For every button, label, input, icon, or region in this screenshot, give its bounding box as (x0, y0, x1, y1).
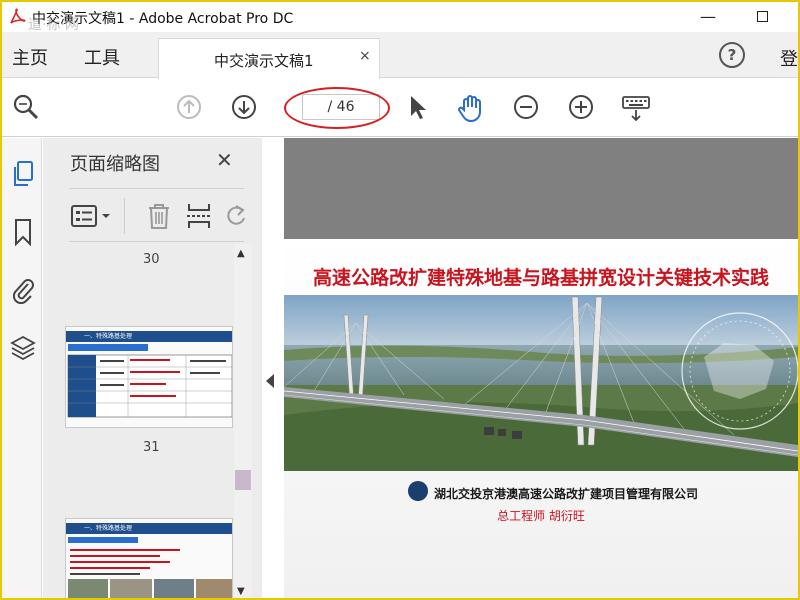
maximize-button[interactable] (750, 6, 774, 28)
slide-organization: 湖北交投京港澳高速公路改扩建项目管理有限公司 (434, 487, 699, 501)
menu-bar: 主页 工具 中交演示文稿1 × ? 登 (2, 32, 798, 79)
menu-home[interactable]: 主页 (12, 44, 48, 70)
left-navigation-rail (2, 138, 42, 598)
thumbnails-list[interactable]: 30 一、特殊路基处理 31 一、特殊路基处理 ▲ ▼ (43, 244, 262, 598)
thumbnail-heading: 一、特殊路基处理 (84, 525, 133, 532)
insert-page-icon[interactable] (185, 201, 213, 235)
menu-tools[interactable]: 工具 (84, 44, 120, 70)
acrobat-icon (8, 8, 26, 26)
document-view[interactable]: 高速公路改扩建特殊地基与路基拼宽设计关键技术实践 湖北交投京港澳高速公路改扩建项… (284, 138, 798, 598)
thumbnails-scrollbar[interactable]: ▲ ▼ (234, 244, 252, 598)
thumbnail-options-icon[interactable] (71, 203, 115, 233)
page-thumbnail[interactable]: 一、特殊路基处理 (65, 326, 233, 428)
page-label: 30 (143, 252, 160, 267)
page-thumbnails-icon[interactable] (10, 160, 36, 186)
page-number-input[interactable]: / 46 (302, 94, 380, 120)
rotate-icon[interactable] (224, 201, 246, 235)
keyboard-icon[interactable] (621, 93, 650, 122)
bookmark-icon[interactable] (10, 218, 36, 247)
page-label: 31 (143, 440, 160, 455)
help-icon[interactable]: ? (719, 42, 745, 68)
thumbnails-panel: 页面缩略图 ✕ 30 一、特殊路基处理 31 一、特殊路基处理 ▲ ▼ (43, 138, 262, 598)
collapse-panel-icon[interactable] (266, 374, 274, 388)
main-toolbar: / 46 (2, 79, 798, 137)
slide-title: 高速公路改扩建特殊地基与路基拼宽设计关键技术实践 (312, 267, 769, 289)
minus-circle-icon[interactable] (512, 93, 540, 121)
arrow-up-circle-icon[interactable] (175, 93, 203, 121)
title-bar: 中交演示文稿1 - Adobe Acrobat Pro DC 道·标·网 — (2, 2, 798, 33)
maximize-icon (756, 11, 768, 22)
slide-author: 总工程师 胡衍旺 (497, 509, 585, 523)
organization-logo (408, 481, 428, 501)
trash-icon[interactable] (145, 201, 173, 235)
page-thumbnail[interactable]: 一、特殊路基处理 (65, 518, 233, 598)
document-tab[interactable]: 中交演示文稿1 × (158, 38, 380, 79)
minimize-button[interactable]: — (696, 6, 720, 28)
attachment-icon[interactable] (10, 276, 36, 305)
app-window: 中交演示文稿1 - Adobe Acrobat Pro DC 道·标·网 — 主… (0, 0, 800, 600)
layers-icon[interactable] (10, 334, 36, 361)
arrow-down-circle-icon[interactable] (230, 93, 258, 121)
window-title: 中交演示文稿1 - Adobe Acrobat Pro DC (32, 11, 294, 27)
slide-page: 高速公路改扩建特殊地基与路基拼宽设计关键技术实践 湖北交投京港澳高速公路改扩建项… (284, 239, 798, 598)
thumbnail-heading: 一、特殊路基处理 (84, 333, 133, 340)
scrollbar-thumb[interactable] (235, 470, 251, 490)
tab-close-button[interactable]: × (359, 48, 371, 64)
document-tab-label: 中交演示文稿1 (214, 52, 314, 70)
thumbnails-panel-title: 页面缩略图 (70, 154, 160, 175)
plus-circle-icon[interactable] (567, 93, 595, 121)
close-panel-button[interactable]: ✕ (216, 148, 233, 172)
hand-tool-icon[interactable] (456, 93, 484, 123)
toolbar-divider (124, 198, 125, 234)
pointer-arrow-icon[interactable] (404, 93, 432, 121)
thumbnails-toolbar (69, 188, 246, 242)
sign-in-link[interactable]: 登 (780, 45, 798, 71)
zoom-search-icon[interactable] (12, 93, 40, 121)
scroll-up-icon[interactable]: ▲ (237, 248, 245, 259)
scroll-down-icon[interactable]: ▼ (237, 586, 245, 597)
bridge-photo (284, 295, 798, 471)
